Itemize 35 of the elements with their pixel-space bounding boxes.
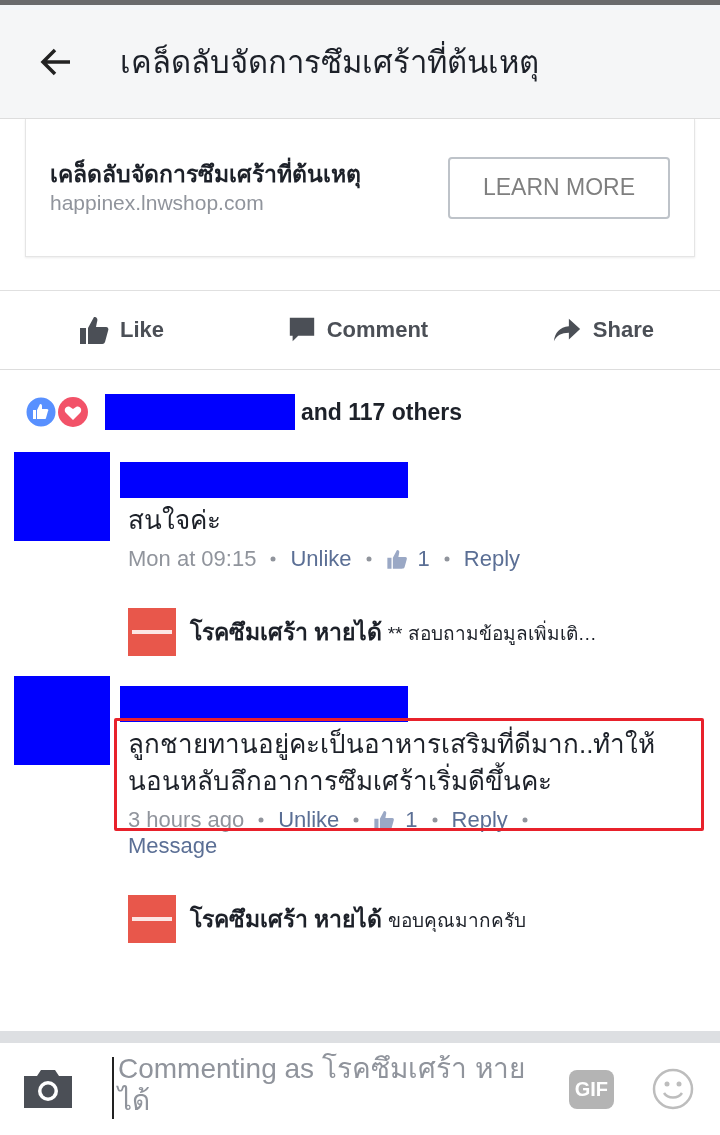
- comment-button[interactable]: Comment: [286, 315, 429, 345]
- camera-icon[interactable]: [22, 1068, 74, 1110]
- thumbs-up-icon: [78, 314, 110, 346]
- page-avatar-icon: [128, 895, 176, 944]
- link-title: เคล็ดลับจัดการซึมเศร้าที่ต้นเหตุ: [50, 159, 428, 190]
- reply-link[interactable]: Reply: [463, 546, 521, 573]
- share-button[interactable]: Share: [550, 315, 654, 345]
- message-link[interactable]: Message: [128, 833, 598, 860]
- thumbs-up-icon: [385, 548, 408, 571]
- like-count: 1: [417, 546, 430, 573]
- reaction-summary[interactable]: and 117 others: [301, 398, 463, 426]
- page-avatar-icon: [128, 608, 176, 657]
- comment-time: Mon at 09:15: [128, 546, 257, 573]
- page-title: เคล็ดลับจัดการซึมเศร้าที่ต้นเหตุ: [120, 36, 539, 87]
- unlike-link[interactable]: Unlike: [290, 546, 352, 573]
- comment-text: สนใจค่ะ: [128, 504, 222, 537]
- link-domain: happinex.lnwshop.com: [50, 191, 265, 216]
- reply-text[interactable]: โรคซึมเศร้า หายได้ ** สอบถามข้อมูลเพิ่มเติ…: [190, 614, 597, 651]
- link-card[interactable]: เคล็ดลับจัดการซึมเศร้าที่ต้นเหตุ happinex.lnwshop.com LEARN MORE: [25, 119, 695, 257]
- reaction-icons[interactable]: [25, 396, 89, 428]
- separator-dot-icon: [258, 817, 265, 824]
- separator-dot-icon: [365, 556, 372, 563]
- like-count: 1: [405, 807, 418, 834]
- like-button[interactable]: Like: [78, 314, 165, 346]
- separator-dot-icon: [353, 817, 360, 824]
- comment-input-field[interactable]: Commenting as โรคซึมเศร้า หายได้: [112, 1049, 531, 1129]
- separator-dot-icon: [431, 817, 438, 824]
- reply-text[interactable]: โรคซึมเศร้า หายได้ ขอบคุณมากครับ: [190, 901, 526, 938]
- reply-link[interactable]: Reply: [451, 807, 508, 834]
- separator-dot-icon: [443, 556, 450, 563]
- separator-dot-icon: [270, 556, 277, 563]
- comment-text: ลูกชายทานอยู่คะเป็นอาหารเสริมที่ดีมาก..ทำให้นอนหลับลึกอาการซึมเศร้าเริ่มดีขึ้นคะ: [128, 722, 700, 800]
- learn-more-button[interactable]: LEARN MORE: [448, 156, 670, 219]
- separator-dot-icon: [521, 817, 528, 824]
- unlike-link[interactable]: Unlike: [278, 807, 340, 834]
